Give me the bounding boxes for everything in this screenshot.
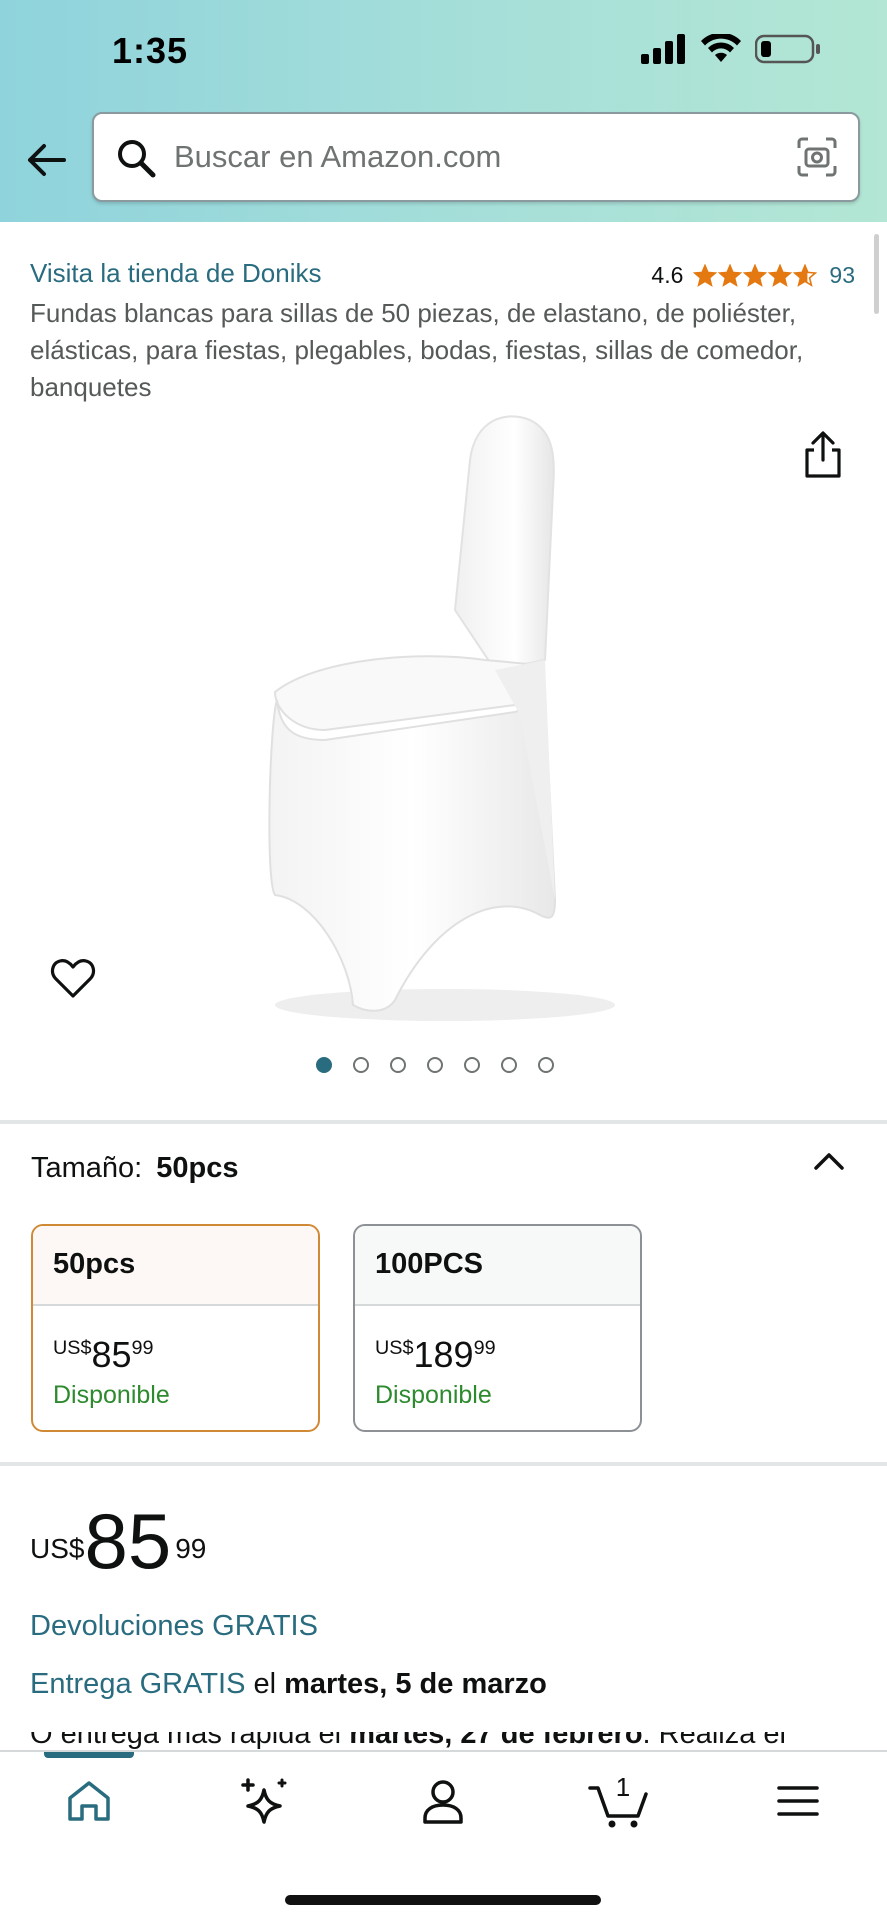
faster-suffix: . Realiza el <box>642 1732 787 1750</box>
nav-home[interactable] <box>62 1774 116 1833</box>
carousel-dot[interactable] <box>464 1057 480 1073</box>
size-option-50pcs[interactable]: 50pcs US$8599 Disponible <box>31 1224 320 1432</box>
price-whole: 85 <box>91 1334 132 1375</box>
star-icon <box>743 263 768 287</box>
star-icon <box>793 263 818 287</box>
search-input[interactable]: Buscar en Amazon.com <box>92 112 860 202</box>
status-time: 1:35 <box>112 30 189 71</box>
star-icon <box>718 263 743 287</box>
delivery-date: martes, 5 de marzo <box>284 1668 547 1700</box>
home-icon <box>68 1781 110 1821</box>
carousel-dot[interactable] <box>353 1057 369 1073</box>
product-title: Fundas blancas para sillas de 50 piezas,… <box>30 298 804 402</box>
star-icon <box>768 263 793 287</box>
image-carousel-dots[interactable] <box>316 1057 554 1073</box>
size-label: Tamaño: 50pcs <box>31 1152 238 1185</box>
nav-cart[interactable]: 1 <box>588 1772 652 1835</box>
size-label-text: Tamaño: <box>31 1152 143 1184</box>
size-option-name: 100PCS <box>355 1226 640 1306</box>
free-delivery-link[interactable]: Entrega GRATIS <box>30 1668 245 1700</box>
battery-icon <box>755 34 820 64</box>
size-option-price: US$18999 <box>355 1306 640 1373</box>
rating-stars <box>693 263 818 288</box>
carousel-dot[interactable] <box>390 1057 406 1073</box>
cart-count: 1 <box>616 1774 630 1802</box>
carousel-dot[interactable] <box>538 1057 554 1073</box>
nav-ai-assistant[interactable] <box>238 1774 292 1833</box>
nav-account[interactable] <box>416 1774 470 1833</box>
free-returns-link[interactable]: Devoluciones GRATIS <box>30 1610 318 1643</box>
size-option-name: 50pcs <box>33 1226 318 1306</box>
faster-delivery-info: O entrega más rápida el martes, 27 de fe… <box>30 1732 880 1750</box>
delivery-info: Entrega GRATIS el martes, 5 de marzo <box>30 1668 547 1701</box>
price-cents: 99 <box>473 1337 496 1359</box>
size-option-price: US$8599 <box>33 1306 318 1373</box>
carousel-dot[interactable] <box>501 1057 517 1073</box>
star-icon <box>693 263 718 287</box>
delivery-text: el <box>253 1668 277 1700</box>
price-currency: US$ <box>30 1533 85 1564</box>
menu-icon <box>777 1786 819 1816</box>
search-icon <box>118 140 156 178</box>
price-cents: 99 <box>131 1337 154 1359</box>
product-price: US$85 99 <box>30 1502 206 1580</box>
divider <box>0 1120 887 1124</box>
sparkle-icon <box>241 1778 287 1824</box>
size-option-availability: Disponible <box>53 1381 170 1409</box>
cart-icon: 1 <box>588 1772 648 1828</box>
scrollbar[interactable] <box>874 234 879 314</box>
nav-active-indicator <box>44 1752 134 1758</box>
arrow-left-icon <box>28 144 66 176</box>
size-option-availability: Disponible <box>375 1381 492 1409</box>
status-icons <box>641 34 821 64</box>
search-placeholder: Buscar en Amazon.com <box>174 139 502 174</box>
price-whole: 85 <box>84 1497 172 1585</box>
back-button[interactable] <box>22 136 70 184</box>
price-currency: US$ <box>375 1337 414 1359</box>
rating-value: 4.6 <box>651 262 684 288</box>
product-image[interactable] <box>255 400 635 1040</box>
top-header: 1:35 Buscar en Amazon.com <box>0 0 887 222</box>
wifi-icon <box>701 34 741 62</box>
chevron-up-icon[interactable] <box>812 1150 846 1174</box>
share-icon[interactable] <box>800 430 846 480</box>
size-selected: 50pcs <box>156 1152 239 1184</box>
home-indicator[interactable] <box>285 1895 601 1905</box>
store-link[interactable]: Visita la tienda de Doniks <box>30 258 321 289</box>
size-option-100pcs[interactable]: 100PCS US$18999 Disponible <box>353 1224 642 1432</box>
heart-icon[interactable] <box>50 958 96 1000</box>
carousel-dot[interactable] <box>427 1057 443 1073</box>
carousel-dot[interactable] <box>316 1057 332 1073</box>
faster-date: martes, 27 de febrero <box>349 1732 643 1750</box>
user-icon <box>423 1780 463 1824</box>
nav-menu[interactable] <box>771 1774 825 1833</box>
price-currency: US$ <box>53 1337 92 1359</box>
cellular-signal-icon <box>641 34 685 64</box>
rating[interactable]: 4.6 93 <box>651 262 855 289</box>
divider <box>0 1462 887 1466</box>
price-cents: 99 <box>175 1533 207 1564</box>
faster-prefix: O entrega más rápida el <box>30 1732 342 1750</box>
price-whole: 189 <box>413 1334 474 1375</box>
review-count[interactable]: 93 <box>829 262 855 289</box>
camera-scan-icon[interactable] <box>796 136 838 178</box>
